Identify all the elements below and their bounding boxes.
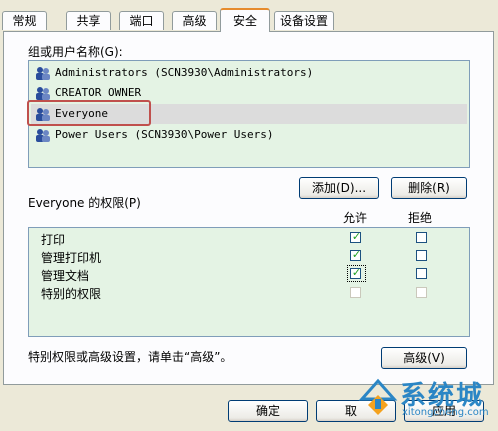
- list-item[interactable]: Administrators (SCN3930\Administrators): [31, 63, 467, 83]
- watermark-en: xitongcheng.com: [402, 407, 489, 418]
- advanced-button[interactable]: 高级(V): [381, 347, 467, 369]
- check-icon: ✓: [351, 230, 362, 243]
- users-icon: [36, 87, 50, 100]
- highlight-box: [27, 100, 151, 126]
- deny-special-checkbox: [416, 287, 427, 298]
- permission-label: 打印: [41, 233, 66, 247]
- user-name: Administrators (SCN3930\Administrators): [55, 66, 314, 79]
- tab-security[interactable]: 安全: [220, 8, 270, 32]
- permission-label: 管理打印机: [41, 251, 102, 265]
- deny-print-checkbox[interactable]: [416, 232, 427, 243]
- deny-column-header: 拒绝: [408, 211, 433, 225]
- tab-general[interactable]: 常规: [2, 11, 47, 30]
- tab-ports[interactable]: 端口: [119, 11, 164, 30]
- tab-strip: 常规 共享 端口 高级 安全 设备设置: [0, 8, 498, 32]
- tab-advanced[interactable]: 高级: [172, 11, 217, 30]
- allow-column-header: 允许: [343, 211, 368, 225]
- permission-label: 管理文档: [41, 269, 90, 283]
- advanced-hint: 特别权限或高级设置，请单击“高级”。: [28, 350, 233, 364]
- groups-label: 组或用户名称(G):: [28, 45, 123, 59]
- list-item[interactable]: Power Users (SCN3930\Power Users): [31, 125, 467, 145]
- tab-sharing[interactable]: 共享: [66, 11, 111, 30]
- check-icon: ✓: [351, 248, 362, 261]
- deny-manage-printers-checkbox[interactable]: [416, 250, 427, 261]
- add-button[interactable]: 添加(D)...: [299, 177, 379, 199]
- user-name: Power Users (SCN3930\Power Users): [55, 128, 274, 141]
- allow-print-checkbox[interactable]: ✓: [350, 230, 362, 243]
- permission-label: 特别的权限: [41, 287, 102, 301]
- allow-special-checkbox: [350, 287, 361, 298]
- ok-button[interactable]: 确定: [228, 400, 308, 422]
- watermark-logo-icon: [358, 378, 398, 415]
- focus-rect: [347, 265, 366, 282]
- deny-manage-documents-checkbox[interactable]: [416, 268, 427, 279]
- users-icon: [36, 129, 50, 142]
- permissions-label: Everyone 的权限(P): [28, 196, 141, 210]
- tab-device-settings[interactable]: 设备设置: [274, 11, 334, 30]
- watermark: 系统城 xitongcheng.com: [358, 371, 498, 421]
- remove-button[interactable]: 删除(R): [391, 177, 467, 199]
- permissions-list: 打印 管理打印机 管理文档 特别的权限: [28, 227, 470, 337]
- allow-manage-printers-checkbox[interactable]: ✓: [350, 248, 362, 261]
- users-icon: [36, 67, 50, 80]
